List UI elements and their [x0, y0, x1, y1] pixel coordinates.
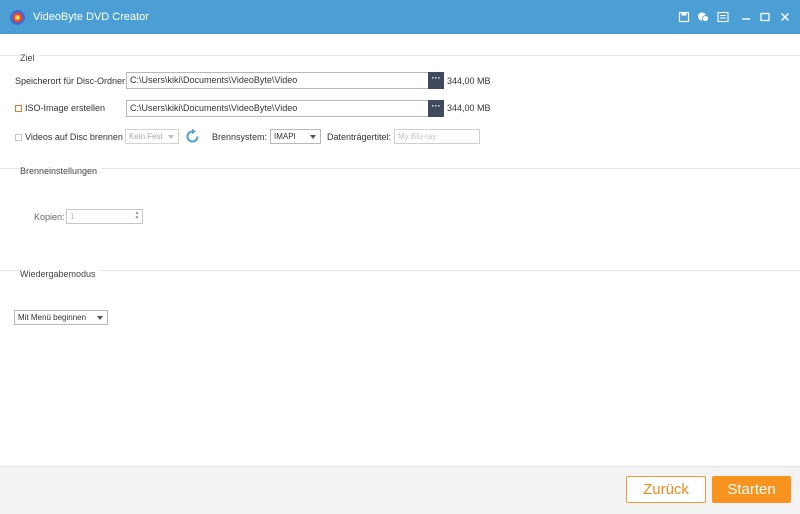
section-label-ziel: Ziel	[20, 53, 39, 63]
section-label-brenneinstellungen: Brenneinstellungen	[20, 166, 102, 176]
section-divider	[0, 270, 800, 271]
disc-title-label: Datenträgertitel:	[327, 132, 392, 142]
section-divider	[0, 168, 800, 169]
stepper-arrows-icon[interactable]: ▲ ▼	[134, 211, 140, 222]
back-button[interactable]: Zurück	[626, 476, 706, 503]
chevron-down-icon	[97, 316, 103, 320]
playback-mode-select[interactable]: Mit Menü beginnen	[14, 310, 108, 325]
brennsystem-select[interactable]: IMAPI	[270, 129, 321, 144]
brennsystem-label: Brennsystem:	[212, 132, 268, 142]
playback-mode-value: Mit Menü beginnen	[18, 313, 87, 322]
section-divider	[0, 55, 800, 56]
burn-label: Videos auf Disc brennen	[25, 132, 123, 142]
burn-drive-select[interactable]: Kein Fest	[125, 129, 179, 144]
copies-stepper[interactable]: 1 ▲ ▼	[66, 209, 143, 224]
start-button[interactable]: Starten	[712, 476, 791, 503]
brennsystem-value: IMAPI	[274, 132, 296, 141]
section-label-wiedergabemodus: Wiedergabemodus	[20, 269, 100, 279]
iso-label: ISO-Image erstellen	[25, 103, 106, 113]
chevron-down-icon	[310, 135, 316, 139]
refresh-icon[interactable]	[184, 128, 201, 145]
iso-size: 344,00 MB	[447, 103, 491, 113]
app-title: VideoByte DVD Creator	[33, 11, 149, 23]
app-logo-icon	[9, 9, 26, 26]
folder-size: 344,00 MB	[447, 76, 491, 86]
folder-location-label: Speicherort für Disc-Ordner:	[15, 76, 128, 86]
iso-browse-button[interactable]: ···	[428, 100, 444, 117]
title-bar: VideoByte DVD Creator	[0, 0, 800, 34]
copies-value: 1	[70, 212, 75, 221]
iso-checkbox[interactable]	[15, 105, 22, 112]
iso-path-field[interactable]: C:\Users\kiki\Documents\VideoByte\Video	[126, 100, 429, 117]
burn-drive-value: Kein Fest	[129, 132, 163, 141]
minimize-icon[interactable]	[739, 10, 753, 24]
copies-label: Kopien:	[34, 212, 65, 222]
maximize-icon[interactable]	[758, 10, 772, 24]
folder-path-field[interactable]: C:\Users\kiki\Documents\VideoByte\Video	[126, 72, 429, 89]
disc-title-input[interactable]: My Blu-ray	[394, 129, 480, 144]
burn-checkbox[interactable]	[15, 134, 22, 141]
save-icon[interactable]	[677, 10, 691, 24]
feedback-icon[interactable]	[696, 10, 710, 24]
chevron-down-icon	[168, 135, 174, 139]
close-icon[interactable]	[778, 10, 792, 24]
menu-icon[interactable]	[716, 10, 730, 24]
folder-browse-button[interactable]: ···	[428, 72, 444, 89]
